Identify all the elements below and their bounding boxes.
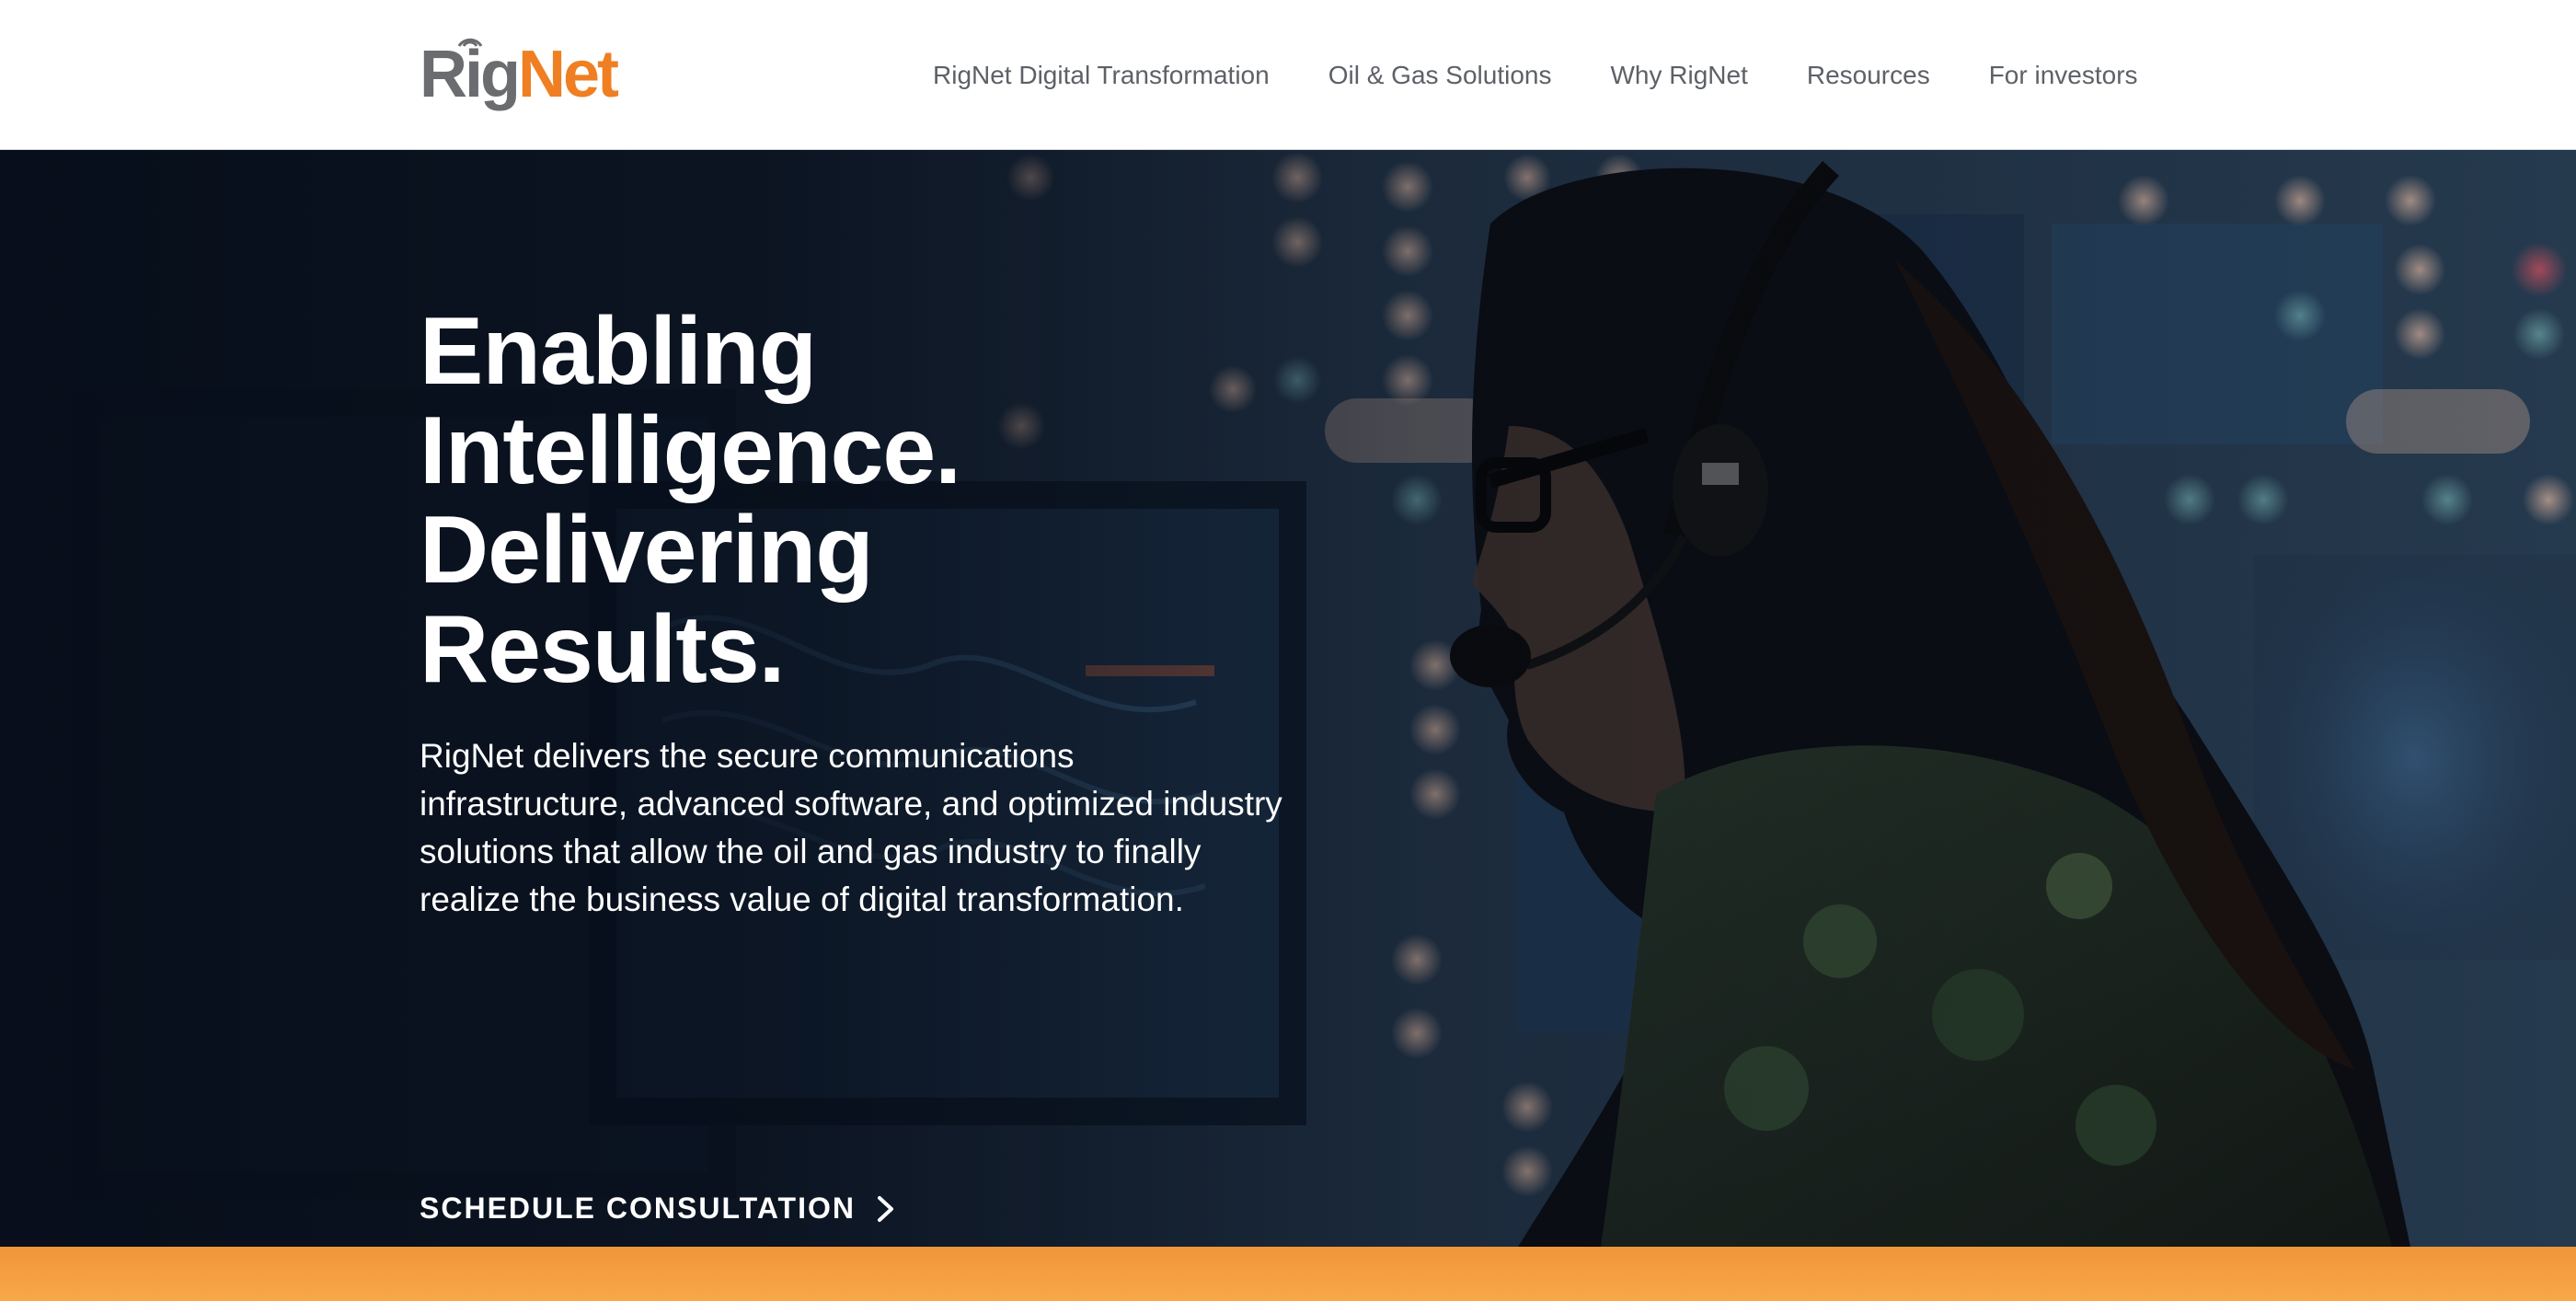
logo-rig: Rig bbox=[420, 38, 521, 111]
hero-headline: Enabling Intelligence. Delivering Result… bbox=[420, 302, 1340, 699]
hero-description: RigNet delivers the secure communication… bbox=[420, 737, 1282, 918]
schedule-consultation-button[interactable]: SCHEDULE CONSULTATION bbox=[420, 1192, 896, 1226]
nav-item-resources[interactable]: Resources bbox=[1807, 61, 1930, 90]
hero-headline-line-2: Intelligence. bbox=[420, 397, 961, 504]
rignet-logo[interactable]: RigNet bbox=[420, 28, 631, 111]
nav-item-rignet-digital-transformation[interactable]: RigNet Digital Transformation bbox=[933, 61, 1270, 90]
main-nav: RigNet Digital Transformation Oil & Gas … bbox=[933, 0, 2138, 150]
hero-content: Enabling Intelligence. Delivering Result… bbox=[420, 302, 1340, 1225]
hero-headline-line-3: Delivering bbox=[420, 497, 874, 604]
chevron-right-icon bbox=[877, 1195, 893, 1222]
nav-item-for-investors[interactable]: For investors bbox=[1989, 61, 2138, 90]
hero-headline-line-4: Results. bbox=[420, 596, 786, 703]
orange-accent-strip bbox=[0, 1247, 2576, 1301]
hero-headline-line-1: Enabling bbox=[420, 298, 817, 405]
site-header: RigNet RigNet Digital Transformation Oil… bbox=[0, 0, 2576, 150]
hero-section: Enabling Intelligence. Delivering Result… bbox=[0, 150, 2576, 1247]
nav-item-why-rignet[interactable]: Why RigNet bbox=[1610, 61, 1747, 90]
logo-wordmark: RigNet bbox=[420, 33, 619, 116]
nav-item-oil-gas-solutions[interactable]: Oil & Gas Solutions bbox=[1328, 61, 1552, 90]
logo-net: Net bbox=[517, 38, 619, 111]
schedule-consultation-label: SCHEDULE CONSULTATION bbox=[420, 1192, 856, 1225]
